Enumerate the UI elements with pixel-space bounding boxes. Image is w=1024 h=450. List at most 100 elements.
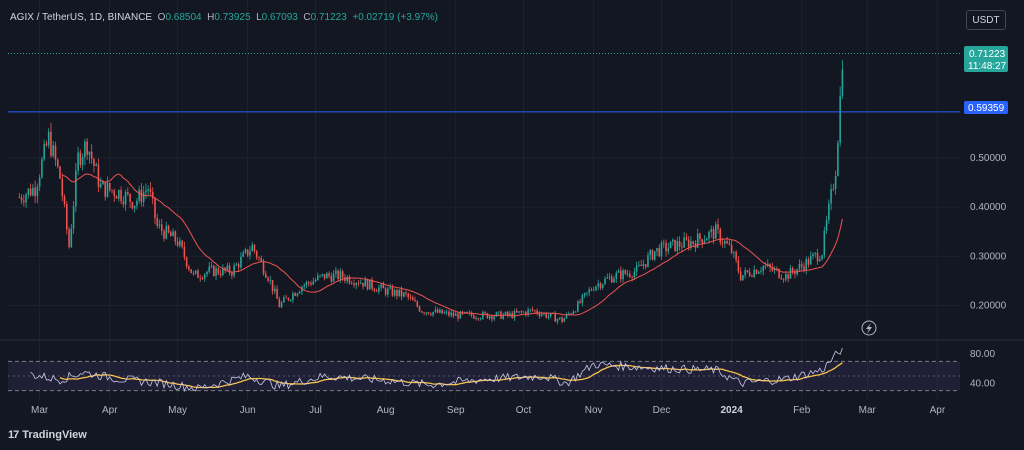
candle-body xyxy=(488,316,491,319)
candle-body xyxy=(312,281,315,285)
time-axis[interactable]: Mar Apr May Jun Jul Aug Sep Oct Nov Dec 2024 Feb Mar… xyxy=(31,405,946,416)
candle-body xyxy=(326,273,328,279)
candle-body xyxy=(350,283,353,284)
candle-body xyxy=(669,241,672,249)
candle-body xyxy=(586,292,588,294)
tradingview-logo[interactable]: 17 TradingView xyxy=(8,429,87,441)
price-tick-label: 0.50000 xyxy=(970,153,1007,164)
candle-body xyxy=(382,284,385,289)
candle-body xyxy=(522,311,525,313)
candle-body xyxy=(615,272,618,279)
candle-body xyxy=(50,131,52,156)
candle-body xyxy=(280,302,283,308)
candle-body xyxy=(746,270,749,272)
rsi-tick-label: 80.00 xyxy=(970,349,995,360)
candle-body xyxy=(255,251,258,258)
candle-body xyxy=(427,312,430,315)
time-tick-label: Apr xyxy=(102,405,118,416)
candle-body xyxy=(172,231,174,237)
candle-body xyxy=(133,205,136,209)
candle-body xyxy=(337,270,339,280)
candle-body xyxy=(235,264,238,266)
rsi-axis[interactable]: 40.00 80.00 xyxy=(970,349,995,389)
candle-body xyxy=(583,293,586,296)
candle-body xyxy=(642,264,645,267)
candle-body xyxy=(353,283,355,286)
candle-body xyxy=(151,191,154,199)
candle-body xyxy=(27,188,30,195)
candle-body xyxy=(407,293,410,298)
candle-body xyxy=(834,176,837,189)
candle-body xyxy=(181,240,183,247)
candle-body xyxy=(77,152,79,171)
candle-body xyxy=(798,264,801,270)
candle-body xyxy=(25,194,27,203)
candle-body xyxy=(97,164,100,188)
symbol-title[interactable]: AGIX / TetherUS, 1D, BINANCE xyxy=(10,12,152,23)
currency-button[interactable]: USDT xyxy=(966,10,1006,30)
candle-body xyxy=(814,253,817,254)
candle-body xyxy=(425,312,428,314)
candle-body xyxy=(588,289,590,293)
high-value: 0.73925 xyxy=(214,12,251,23)
candle-body xyxy=(237,264,240,268)
candle-body xyxy=(518,311,520,313)
candle-body xyxy=(357,283,360,284)
candle-body xyxy=(577,301,579,312)
candle-body xyxy=(380,284,382,288)
candle-body xyxy=(434,309,437,312)
candle-body xyxy=(486,313,489,319)
candle-body xyxy=(807,259,810,265)
candle-body xyxy=(701,239,704,244)
candle-body xyxy=(414,300,416,302)
time-tick-label: May xyxy=(168,405,187,416)
candle-body xyxy=(373,288,376,291)
time-tick-label: Sep xyxy=(447,405,465,416)
candle-body xyxy=(70,228,73,248)
candle-body xyxy=(115,196,118,199)
candle-body xyxy=(249,251,251,256)
candle-body xyxy=(147,189,149,191)
candle-body xyxy=(226,265,229,271)
candle-body xyxy=(124,192,127,205)
candle-body xyxy=(158,224,161,226)
candle-body xyxy=(753,269,756,277)
candle-body xyxy=(739,271,742,281)
candle-body xyxy=(90,151,93,159)
candle-body xyxy=(719,229,722,243)
candle-body xyxy=(805,259,808,271)
candle-body xyxy=(127,192,129,194)
candle-body xyxy=(411,297,414,301)
candle-body xyxy=(638,264,640,266)
candle-body xyxy=(264,273,267,278)
candle-body xyxy=(610,276,613,283)
candle-body xyxy=(305,281,308,286)
price-tick-label: 0.20000 xyxy=(970,300,1007,311)
price-axis[interactable]: 0.20000 0.30000 0.40000 0.50000 xyxy=(970,153,1007,312)
candle-body xyxy=(267,277,269,281)
candle-body xyxy=(84,141,86,158)
candle-body xyxy=(597,283,599,287)
candle-body xyxy=(242,252,244,257)
candle-body xyxy=(120,189,122,202)
candle-body xyxy=(142,192,145,202)
candle-body xyxy=(432,311,434,316)
candle-body xyxy=(676,241,679,252)
candle-body xyxy=(563,318,566,322)
lightning-icon[interactable] xyxy=(861,320,877,336)
candle-body xyxy=(825,220,828,231)
candle-body xyxy=(86,141,88,155)
candle-body xyxy=(828,203,830,221)
candle-body xyxy=(156,217,159,226)
candle-body xyxy=(832,188,835,190)
chart-canvas[interactable]: 0.20000 0.30000 0.40000 0.50000 0.71223 11:… xyxy=(0,0,1024,450)
candle-body xyxy=(629,273,631,277)
candle-body xyxy=(335,270,337,274)
price-tick-label: 0.40000 xyxy=(970,202,1007,213)
candle-body xyxy=(398,289,400,296)
candle-body xyxy=(246,249,249,256)
time-tick-label: Mar xyxy=(31,405,49,416)
candle-body xyxy=(253,244,256,252)
candle-body xyxy=(163,230,165,239)
candle-body xyxy=(113,190,116,197)
